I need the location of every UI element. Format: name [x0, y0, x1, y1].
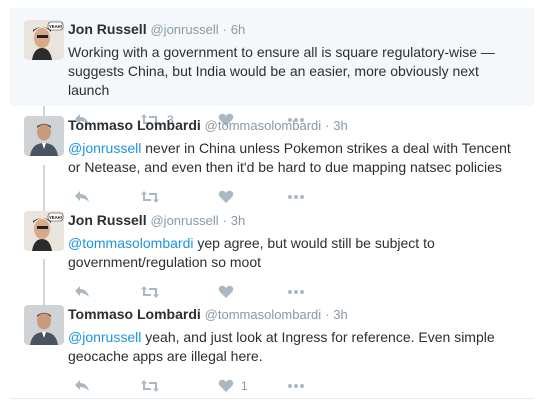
reply-button[interactable] [74, 377, 90, 395]
more-button[interactable] [287, 377, 305, 395]
tweet-text: Working with a government to ensure all … [68, 43, 524, 100]
tweet-header: Tommaso Lombardi @tommasolombardi · 3h [68, 116, 524, 135]
fullname[interactable]: Tommaso Lombardi [68, 117, 201, 133]
username[interactable]: @jonrussell [150, 22, 218, 37]
avatar-badge-text: YEAH! [49, 24, 62, 29]
username[interactable]: @tommasolombardi [205, 118, 322, 133]
username[interactable]: @tommasolombardi [205, 307, 322, 322]
like-count: 1 [241, 379, 248, 393]
avatar-tommaso-lombardi[interactable] [24, 305, 64, 345]
tweet[interactable]: Tommaso Lombardi @tommasolombardi · 3h @… [10, 293, 534, 405]
mention-link[interactable]: @tommasolombardi [68, 235, 193, 251]
avatar-jon-russell[interactable]: YEAH! [24, 211, 64, 251]
tweet-text: @tommasolombardi yep agree, but would st… [68, 234, 524, 272]
retweet-icon [141, 380, 159, 392]
divider [10, 398, 534, 399]
separator-dot: · [325, 307, 330, 322]
avatar-jon-russell[interactable]: YEAH! [24, 20, 64, 60]
avatar-badge-text: YEAH! [49, 215, 62, 220]
mention-link[interactable]: @jonrussell [68, 329, 141, 345]
timestamp[interactable]: 3h [333, 118, 347, 133]
like-button[interactable]: 1 [218, 377, 248, 395]
tweet-header: Tommaso Lombardi @tommasolombardi · 3h [68, 305, 524, 324]
timestamp[interactable]: 3h [231, 213, 245, 228]
fullname[interactable]: Tommaso Lombardi [68, 306, 201, 322]
tweet-text: @jonrussell yeah, and just look at Ingre… [68, 328, 524, 366]
avatar-tommaso-lombardi[interactable] [24, 116, 64, 156]
mention-link[interactable]: @jonrussell [68, 140, 141, 156]
tweet-actions: 1 [68, 377, 524, 395]
separator-dot: · [325, 118, 330, 133]
retweet-button[interactable] [140, 377, 167, 395]
more-icon [288, 384, 304, 388]
separator-dot: · [222, 213, 227, 228]
fullname[interactable]: Jon Russell [68, 21, 147, 37]
username[interactable]: @jonrussell [150, 213, 218, 228]
tweet-header: Jon Russell @jonrussell · 6h [68, 20, 524, 39]
heart-icon [218, 379, 234, 392]
tweet[interactable]: YEAH! Jon Russell @jonrussell · 6h Worki… [10, 8, 534, 127]
timestamp[interactable]: 3h [333, 307, 347, 322]
tweet-text: @jonrussell never in China unless Pokemo… [68, 139, 524, 177]
conversation-thread: YEAH! Jon Russell @jonrussell · 6h Worki… [0, 0, 550, 411]
timestamp[interactable]: 6h [231, 22, 245, 37]
reply-icon [75, 380, 89, 391]
separator-dot: · [222, 22, 227, 37]
fullname[interactable]: Jon Russell [68, 212, 147, 228]
tweet-body: Working with a government to ensure all … [68, 44, 495, 98]
tweet-header: Jon Russell @jonrussell · 3h [68, 211, 524, 230]
